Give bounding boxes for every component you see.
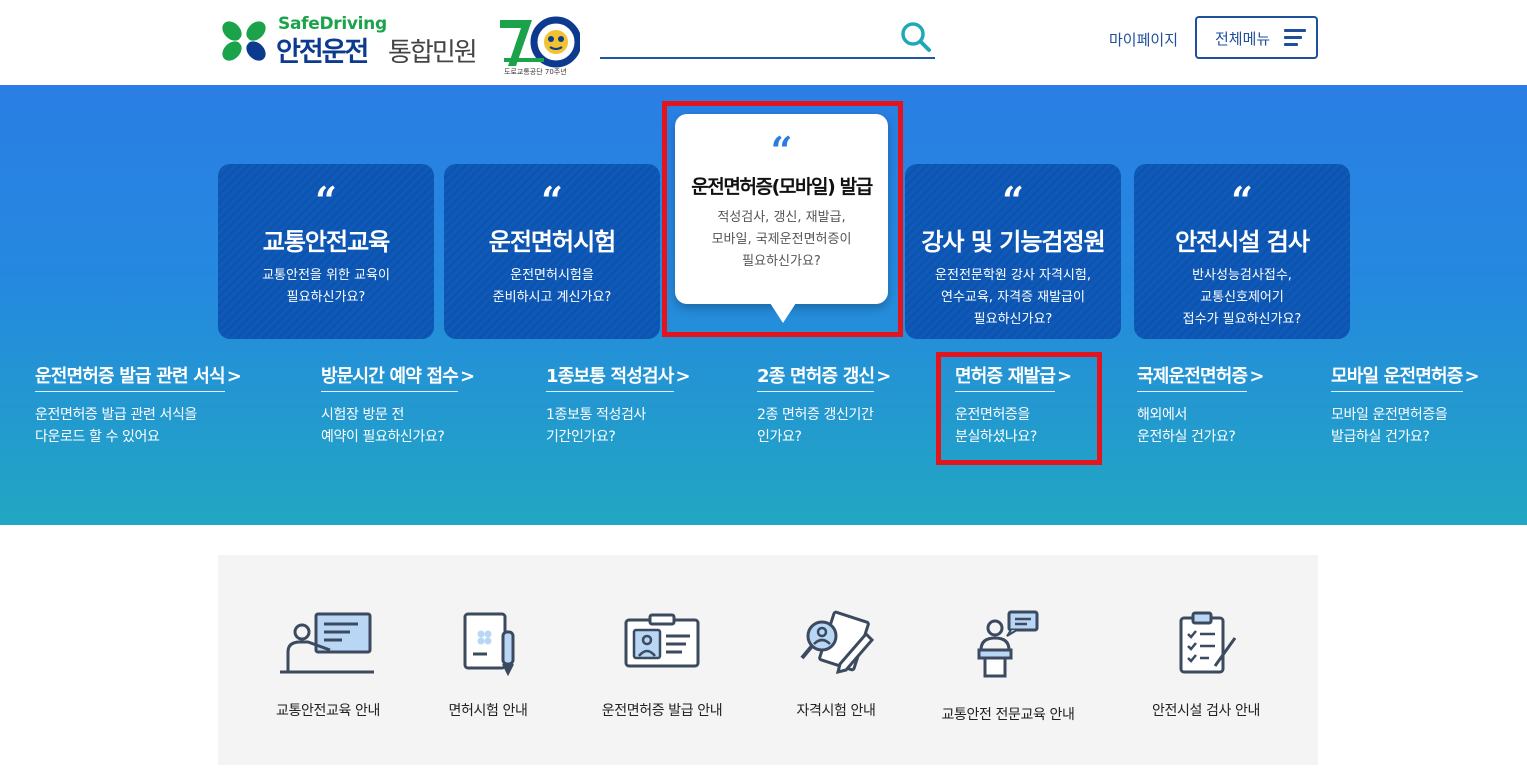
chevron-right-icon: > <box>460 366 476 387</box>
card-title: 안전시설 검사 <box>1175 228 1310 256</box>
chevron-right-icon: > <box>1464 366 1480 387</box>
guide-label: 운전면허증 발급 안내 <box>601 703 723 719</box>
quick-link-description: 2종 면허증 갱신기간 인가요? <box>757 407 874 445</box>
site-logo[interactable]: SafeDriving 안전운전 통합민원 도로교통공단 70주년 <box>218 14 580 78</box>
quick-link-license-renewal[interactable]: 2종 면허증 갱신 > 2종 면허증 갱신기간 인가요? <box>757 362 891 448</box>
quick-link-title: 방문시간 예약 접수 <box>321 362 459 392</box>
card-title: 교통안전교육 <box>262 228 390 256</box>
card-traffic-safety-education[interactable]: “ 교통안전교육 교통안전을 위한 교육이 필요하신가요? <box>218 164 434 339</box>
chevron-right-icon: > <box>226 366 242 387</box>
speaker-podium-icon <box>977 610 1039 678</box>
chevron-right-icon: > <box>675 366 691 387</box>
all-menu-button[interactable]: 전체메뉴 <box>1195 16 1318 59</box>
quick-link-description: 운전면허증을 분실하셨나요? <box>955 407 1037 445</box>
all-menu-label: 전체메뉴 <box>1215 30 1271 48</box>
quick-link-license-reissue[interactable]: 면허증 재발급 > 운전면허증을 분실하셨나요? <box>955 362 1072 448</box>
card-license-test[interactable]: “ 운전면허시험 운전면허시험을 준비하시고 계신가요? <box>444 164 660 339</box>
guide-label: 안전시설 검사 안내 <box>1152 703 1260 719</box>
card-description: 적성검사, 갱신, 재발급, 모바일, 국제운전면허증이 필요하신가요? <box>711 210 852 269</box>
quick-link-description: 모바일 운전면허증을 발급하실 건가요? <box>1331 407 1448 445</box>
quick-link-title: 면허증 재발급 <box>955 362 1056 392</box>
guide-item-professional-education[interactable]: 교통안전 전문교육 안내 <box>928 610 1088 724</box>
guide-section: 교통안전교육 안내 면허시험 안내 운전면허증 발급 안내 자격시험 안내 교통… <box>218 555 1318 765</box>
license-exam-icon <box>463 612 515 676</box>
guide-item-qualification-exam[interactable]: 자격시험 안내 <box>776 610 896 720</box>
speech-bubble-tail <box>770 303 796 323</box>
card-instructor-examiner[interactable]: “ 강사 및 기능검정원 운전전문학원 강사 자격시험, 연수교육, 자격증 재… <box>905 164 1121 339</box>
guide-item-license-issuance[interactable]: 운전면허증 발급 안내 <box>582 610 742 720</box>
lecture-icon <box>280 612 374 674</box>
quote-mark-icon: “ <box>770 128 793 173</box>
quick-link-title: 모바일 운전면허증 <box>1331 362 1463 392</box>
guide-item-license-exam[interactable]: 면허시험 안내 <box>428 610 548 720</box>
quick-link-title: 운전면허증 발급 관련 서식 <box>35 362 226 392</box>
site-header: SafeDriving 안전운전 통합민원 도로교통공단 70주년 마이페이지 … <box>0 0 1527 85</box>
quote-mark-icon: “ <box>541 178 563 223</box>
card-license-issuance-active[interactable]: “ 운전면허증(모바일) 발급 적성검사, 갱신, 재발급, 모바일, 국제운전… <box>675 114 888 304</box>
service-hero: “ 교통안전교육 교통안전을 위한 교육이 필요하신가요? “ 운전면허시험 운… <box>0 85 1527 525</box>
qualification-exam-icon <box>800 610 875 675</box>
guide-label: 교통안전 전문교육 안내 <box>941 707 1075 723</box>
guide-item-safety-inspection[interactable]: 안전시설 검사 안내 <box>1136 610 1276 720</box>
card-description: 반사성능검사접수, 교통신호제어기 접수가 필요하신가요? <box>1182 268 1302 327</box>
quick-link-title: 1종보통 적성검사 <box>546 362 674 392</box>
chevron-right-icon: > <box>1057 366 1073 387</box>
search-icon[interactable] <box>899 20 933 54</box>
checklist-clipboard-icon <box>1179 611 1237 674</box>
quick-link-visit-reservation[interactable]: 방문시간 예약 접수 > 시험장 방문 전 예약이 필요하신가요? <box>321 362 475 448</box>
quick-link-description: 시험장 방문 전 예약이 필요하신가요? <box>321 407 445 445</box>
quick-link-description: 운전면허증 발급 관련 서식을 다운로드 할 수 있어요 <box>35 407 197 445</box>
guide-label: 면허시험 안내 <box>448 703 528 719</box>
card-description: 운전전문학원 강사 자격시험, 연수교육, 자격증 재발급이 필요하신가요? <box>935 268 1091 327</box>
quick-link-international-license[interactable]: 국제운전면허증 > 해외에서 운전하실 건가요? <box>1137 362 1264 448</box>
clover-logo-icon <box>222 21 266 61</box>
quick-link-description: 1종보통 적성검사 기간인가요? <box>546 407 646 445</box>
mypage-link[interactable]: 마이페이지 <box>1109 29 1178 50</box>
search-input[interactable] <box>600 16 890 56</box>
quick-link-aptitude-test[interactable]: 1종보통 적성검사 > 1종보통 적성검사 기간인가요? <box>546 362 691 448</box>
card-description: 운전면허시험을 준비하시고 계신가요? <box>492 268 612 305</box>
chevron-right-icon: > <box>876 366 892 387</box>
card-title: 강사 및 기능검정원 <box>921 228 1105 256</box>
quick-link-license-forms[interactable]: 운전면허증 발급 관련 서식 > 운전면허증 발급 관련 서식을 다운로드 할 수… <box>35 362 242 448</box>
quick-link-mobile-license[interactable]: 모바일 운전면허증 > 모바일 운전면허증을 발급하실 건가요? <box>1331 362 1480 448</box>
quick-link-title: 국제운전면허증 <box>1137 362 1248 392</box>
chevron-right-icon: > <box>1249 366 1265 387</box>
hamburger-menu-icon <box>1284 28 1306 48</box>
quote-mark-icon: “ <box>1002 178 1024 223</box>
id-card-icon <box>624 613 700 668</box>
logo-subtitle: 통합민원 <box>388 38 478 68</box>
card-title: 운전면허증(모바일) 발급 <box>691 176 873 198</box>
anniversary-caption: 도로교통공단 70주년 <box>504 68 567 76</box>
quick-link-title: 2종 면허증 갱신 <box>757 362 875 392</box>
guide-item-traffic-education[interactable]: 교통안전교육 안내 <box>258 610 398 720</box>
card-safety-facility-inspection[interactable]: “ 안전시설 검사 반사성능검사접수, 교통신호제어기 접수가 필요하신가요? <box>1134 164 1350 339</box>
card-description: 교통안전을 위한 교육이 필요하신가요? <box>262 268 390 305</box>
guide-label: 자격시험 안내 <box>796 703 876 719</box>
card-title: 운전면허시험 <box>488 228 616 256</box>
logo-title: 안전운전 <box>276 37 369 68</box>
quote-mark-icon: “ <box>1231 178 1253 223</box>
quick-link-description: 해외에서 운전하실 건가요? <box>1137 407 1236 445</box>
search-bar <box>600 16 935 59</box>
quote-mark-icon: “ <box>315 178 337 223</box>
guide-label: 교통안전교육 안내 <box>276 703 380 719</box>
